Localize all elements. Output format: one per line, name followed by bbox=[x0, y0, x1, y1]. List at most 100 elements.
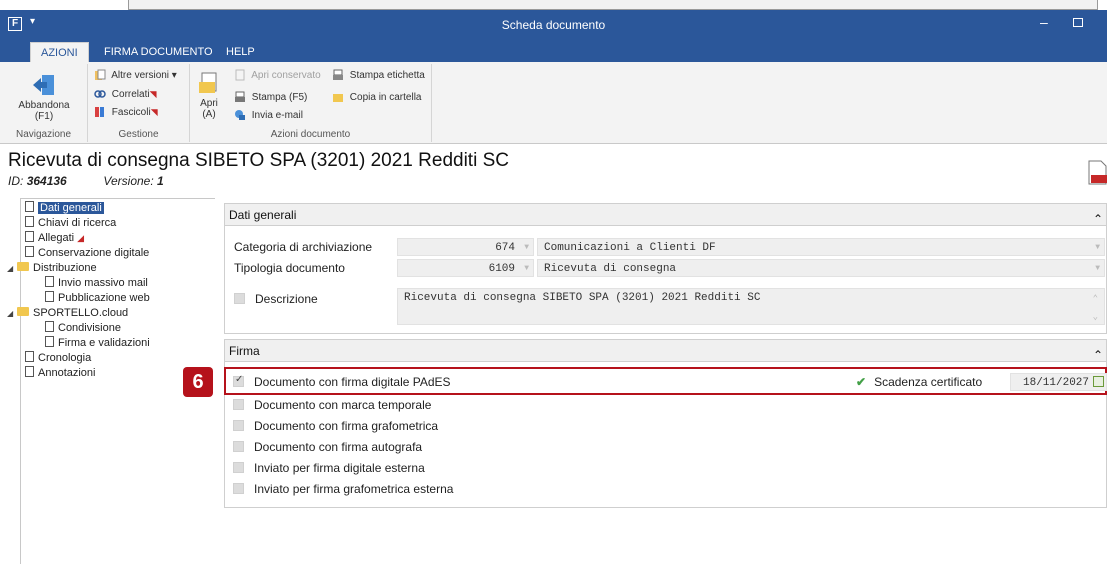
correlati-button[interactable]: Correlati◥ bbox=[94, 86, 157, 102]
minimize-button[interactable]: – bbox=[1040, 14, 1048, 30]
scroll-down-icon[interactable]: ⌄ bbox=[1093, 308, 1098, 326]
tree-item-chiavi-di-ricerca[interactable]: Chiavi di ricerca bbox=[25, 216, 116, 231]
stampa-etichetta-label: Stampa etichetta bbox=[349, 70, 425, 81]
dropdown-arrow-icon: ▼ bbox=[524, 243, 529, 252]
collapse-icon[interactable]: ◢ bbox=[7, 261, 17, 276]
tipologia-value-select[interactable]: Ricevuta di consegna ▼ bbox=[537, 259, 1105, 277]
document-icon bbox=[25, 366, 34, 377]
valid-check-icon: ✔ bbox=[856, 375, 867, 389]
fascicoli-button[interactable]: Fascicoli◥ bbox=[94, 104, 158, 120]
tipologia-label: Tipologia documento bbox=[234, 261, 345, 275]
checkbox[interactable] bbox=[233, 420, 244, 431]
document-version: 1 bbox=[157, 174, 164, 188]
maximize-button[interactable] bbox=[1073, 18, 1083, 27]
marca-temporale-option[interactable]: Documento con marca temporale bbox=[233, 398, 431, 412]
document-header: Ricevuta di consegna SIBETO SPA (3201) 2… bbox=[8, 150, 509, 188]
dropdown-flag-icon: ◥ bbox=[149, 89, 157, 99]
document-title: Ricevuta di consegna SIBETO SPA (3201) 2… bbox=[8, 150, 509, 171]
checkbox[interactable] bbox=[233, 483, 244, 494]
categoria-value-select[interactable]: Comunicazioni a Clienti DF ▼ bbox=[537, 238, 1105, 256]
collapse-caret-icon[interactable]: ⌃ bbox=[1093, 208, 1103, 230]
tree-item-distribuzione[interactable]: ◢ Distribuzione bbox=[7, 261, 97, 276]
apri-shortcut: (A) bbox=[202, 109, 216, 120]
checkbox[interactable] bbox=[233, 399, 244, 410]
document-icon bbox=[25, 216, 34, 227]
versions-icon bbox=[95, 69, 106, 81]
copia-in-cartella-label: Copia in cartella bbox=[349, 92, 422, 103]
checkbox-checked[interactable] bbox=[233, 374, 244, 387]
altre-versioni-button[interactable]: Altre versioni ▾ bbox=[94, 68, 177, 84]
abbandona-button[interactable]: Abbandona (F1) bbox=[6, 72, 82, 122]
tree-item-sportello-cloud[interactable]: ◢ SPORTELLO.cloud bbox=[7, 306, 128, 321]
dati-generali-header[interactable]: Dati generali ⌃ bbox=[225, 204, 1106, 226]
descrizione-textarea[interactable]: Ricevuta di consegna SIBETO SPA (3201) 2… bbox=[397, 288, 1105, 325]
invia-email-label: Invia e-mail bbox=[251, 110, 303, 121]
apri-conservato-button[interactable]: Apri conservato bbox=[234, 68, 321, 84]
tipologia-code-select[interactable]: 6109 ▼ bbox=[397, 259, 534, 277]
firma-digitale-pades-option[interactable]: Documento con firma digitale PAdES bbox=[233, 374, 451, 389]
descrizione-checkbox[interactable] bbox=[234, 293, 245, 304]
checkbox[interactable] bbox=[233, 462, 244, 473]
email-icon bbox=[235, 110, 245, 121]
collapse-icon[interactable]: ◢ bbox=[7, 306, 17, 321]
firma-header[interactable]: Firma ⌃ bbox=[225, 340, 1106, 362]
tree-item-firma-e-validazioni[interactable]: Firma e validazioni bbox=[45, 336, 150, 351]
calendar-icon[interactable] bbox=[1093, 376, 1104, 387]
document-icon bbox=[25, 231, 34, 242]
stampa-etichetta-button[interactable]: Stampa etichetta bbox=[332, 68, 425, 84]
document-icon bbox=[25, 201, 34, 212]
id-label: ID: bbox=[8, 174, 24, 188]
tree-item-pubblicazione-web[interactable]: Pubblicazione web bbox=[45, 291, 150, 306]
dropdown-arrow-icon: ▼ bbox=[1095, 264, 1100, 273]
altre-versioni-label: Altre versioni ▾ bbox=[111, 70, 177, 81]
stampa-button[interactable]: Stampa (F5) bbox=[234, 90, 307, 106]
scadenza-date-field[interactable]: 18/11/2027 bbox=[1010, 373, 1107, 391]
folder-icon bbox=[17, 307, 29, 316]
exit-arrow-icon bbox=[33, 75, 54, 95]
checkbox[interactable] bbox=[233, 441, 244, 452]
tab-azioni[interactable]: AZIONI bbox=[30, 42, 89, 62]
fascicoli-label: Fascicoli bbox=[111, 107, 151, 118]
pdf-icon[interactable] bbox=[1088, 160, 1107, 185]
firma-digitale-esterna-option[interactable]: Inviato per firma digitale esterna bbox=[233, 461, 425, 475]
tree-item-invio-massivo-mail[interactable]: Invio massivo mail bbox=[45, 276, 148, 291]
firma-grafometrica-option[interactable]: Documento con firma grafometrica bbox=[233, 419, 438, 433]
label-printer-icon bbox=[333, 69, 343, 81]
descrizione-field[interactable]: Descrizione bbox=[234, 292, 318, 306]
firma-grafometrica-esterna-option[interactable]: Inviato per firma grafometrica esterna bbox=[233, 482, 453, 496]
categoria-label: Categoria di archiviazione bbox=[234, 240, 373, 254]
empty-content-area bbox=[215, 508, 1107, 564]
ribbon-group-azioni-documento: Apri (A) Apri conservato Stampa etichett… bbox=[190, 64, 432, 142]
folder-icon bbox=[17, 262, 29, 271]
collapse-caret-icon[interactable]: ⌃ bbox=[1093, 344, 1103, 366]
invia-email-button[interactable]: Invia e-mail bbox=[234, 108, 303, 124]
document-icon bbox=[45, 336, 54, 347]
apri-label: Apri bbox=[200, 98, 218, 109]
apri-conservato-label: Apri conservato bbox=[251, 70, 321, 81]
tree-item-condivisione[interactable]: Condivisione bbox=[45, 321, 121, 336]
version-label: Versione: bbox=[103, 174, 154, 188]
copia-in-cartella-button[interactable]: Copia in cartella bbox=[332, 90, 422, 106]
document-meta: ID: 364136 Versione: 1 bbox=[8, 174, 509, 188]
categoria-code-select[interactable]: 674 ▼ bbox=[397, 238, 534, 256]
dropdown-arrow-icon: ▼ bbox=[1095, 243, 1100, 252]
archived-document-icon bbox=[235, 69, 245, 81]
tree-item-annotazioni[interactable]: Annotazioni bbox=[25, 366, 96, 381]
tree-item-allegati[interactable]: Allegati ◢ bbox=[25, 231, 84, 246]
background-window-edge bbox=[0, 0, 1107, 10]
step-number-badge: 6 bbox=[183, 367, 213, 397]
apri-button[interactable]: Apri (A) bbox=[194, 72, 224, 120]
tree-item-cronologia[interactable]: Cronologia bbox=[25, 351, 91, 366]
title-bar: F ▾ Scheda documento – bbox=[0, 10, 1107, 40]
tab-firma-documento[interactable]: FIRMA DOCUMENTO bbox=[94, 42, 223, 62]
document-icon bbox=[45, 321, 54, 332]
warning-flag-icon: ◢ bbox=[77, 233, 85, 243]
firma-autografa-option[interactable]: Documento con firma autografa bbox=[233, 440, 422, 454]
correlati-label: Correlati bbox=[111, 89, 150, 100]
stampa-label: Stampa (F5) bbox=[251, 92, 308, 103]
tree-item-dati-generali[interactable]: Dati generali bbox=[25, 201, 104, 216]
tab-help[interactable]: HELP bbox=[216, 42, 265, 62]
window-title: Scheda documento bbox=[501, 18, 606, 32]
scroll-up-icon[interactable]: ⌃ bbox=[1093, 290, 1098, 308]
tree-item-conservazione-digitale[interactable]: Conservazione digitale bbox=[25, 246, 149, 261]
